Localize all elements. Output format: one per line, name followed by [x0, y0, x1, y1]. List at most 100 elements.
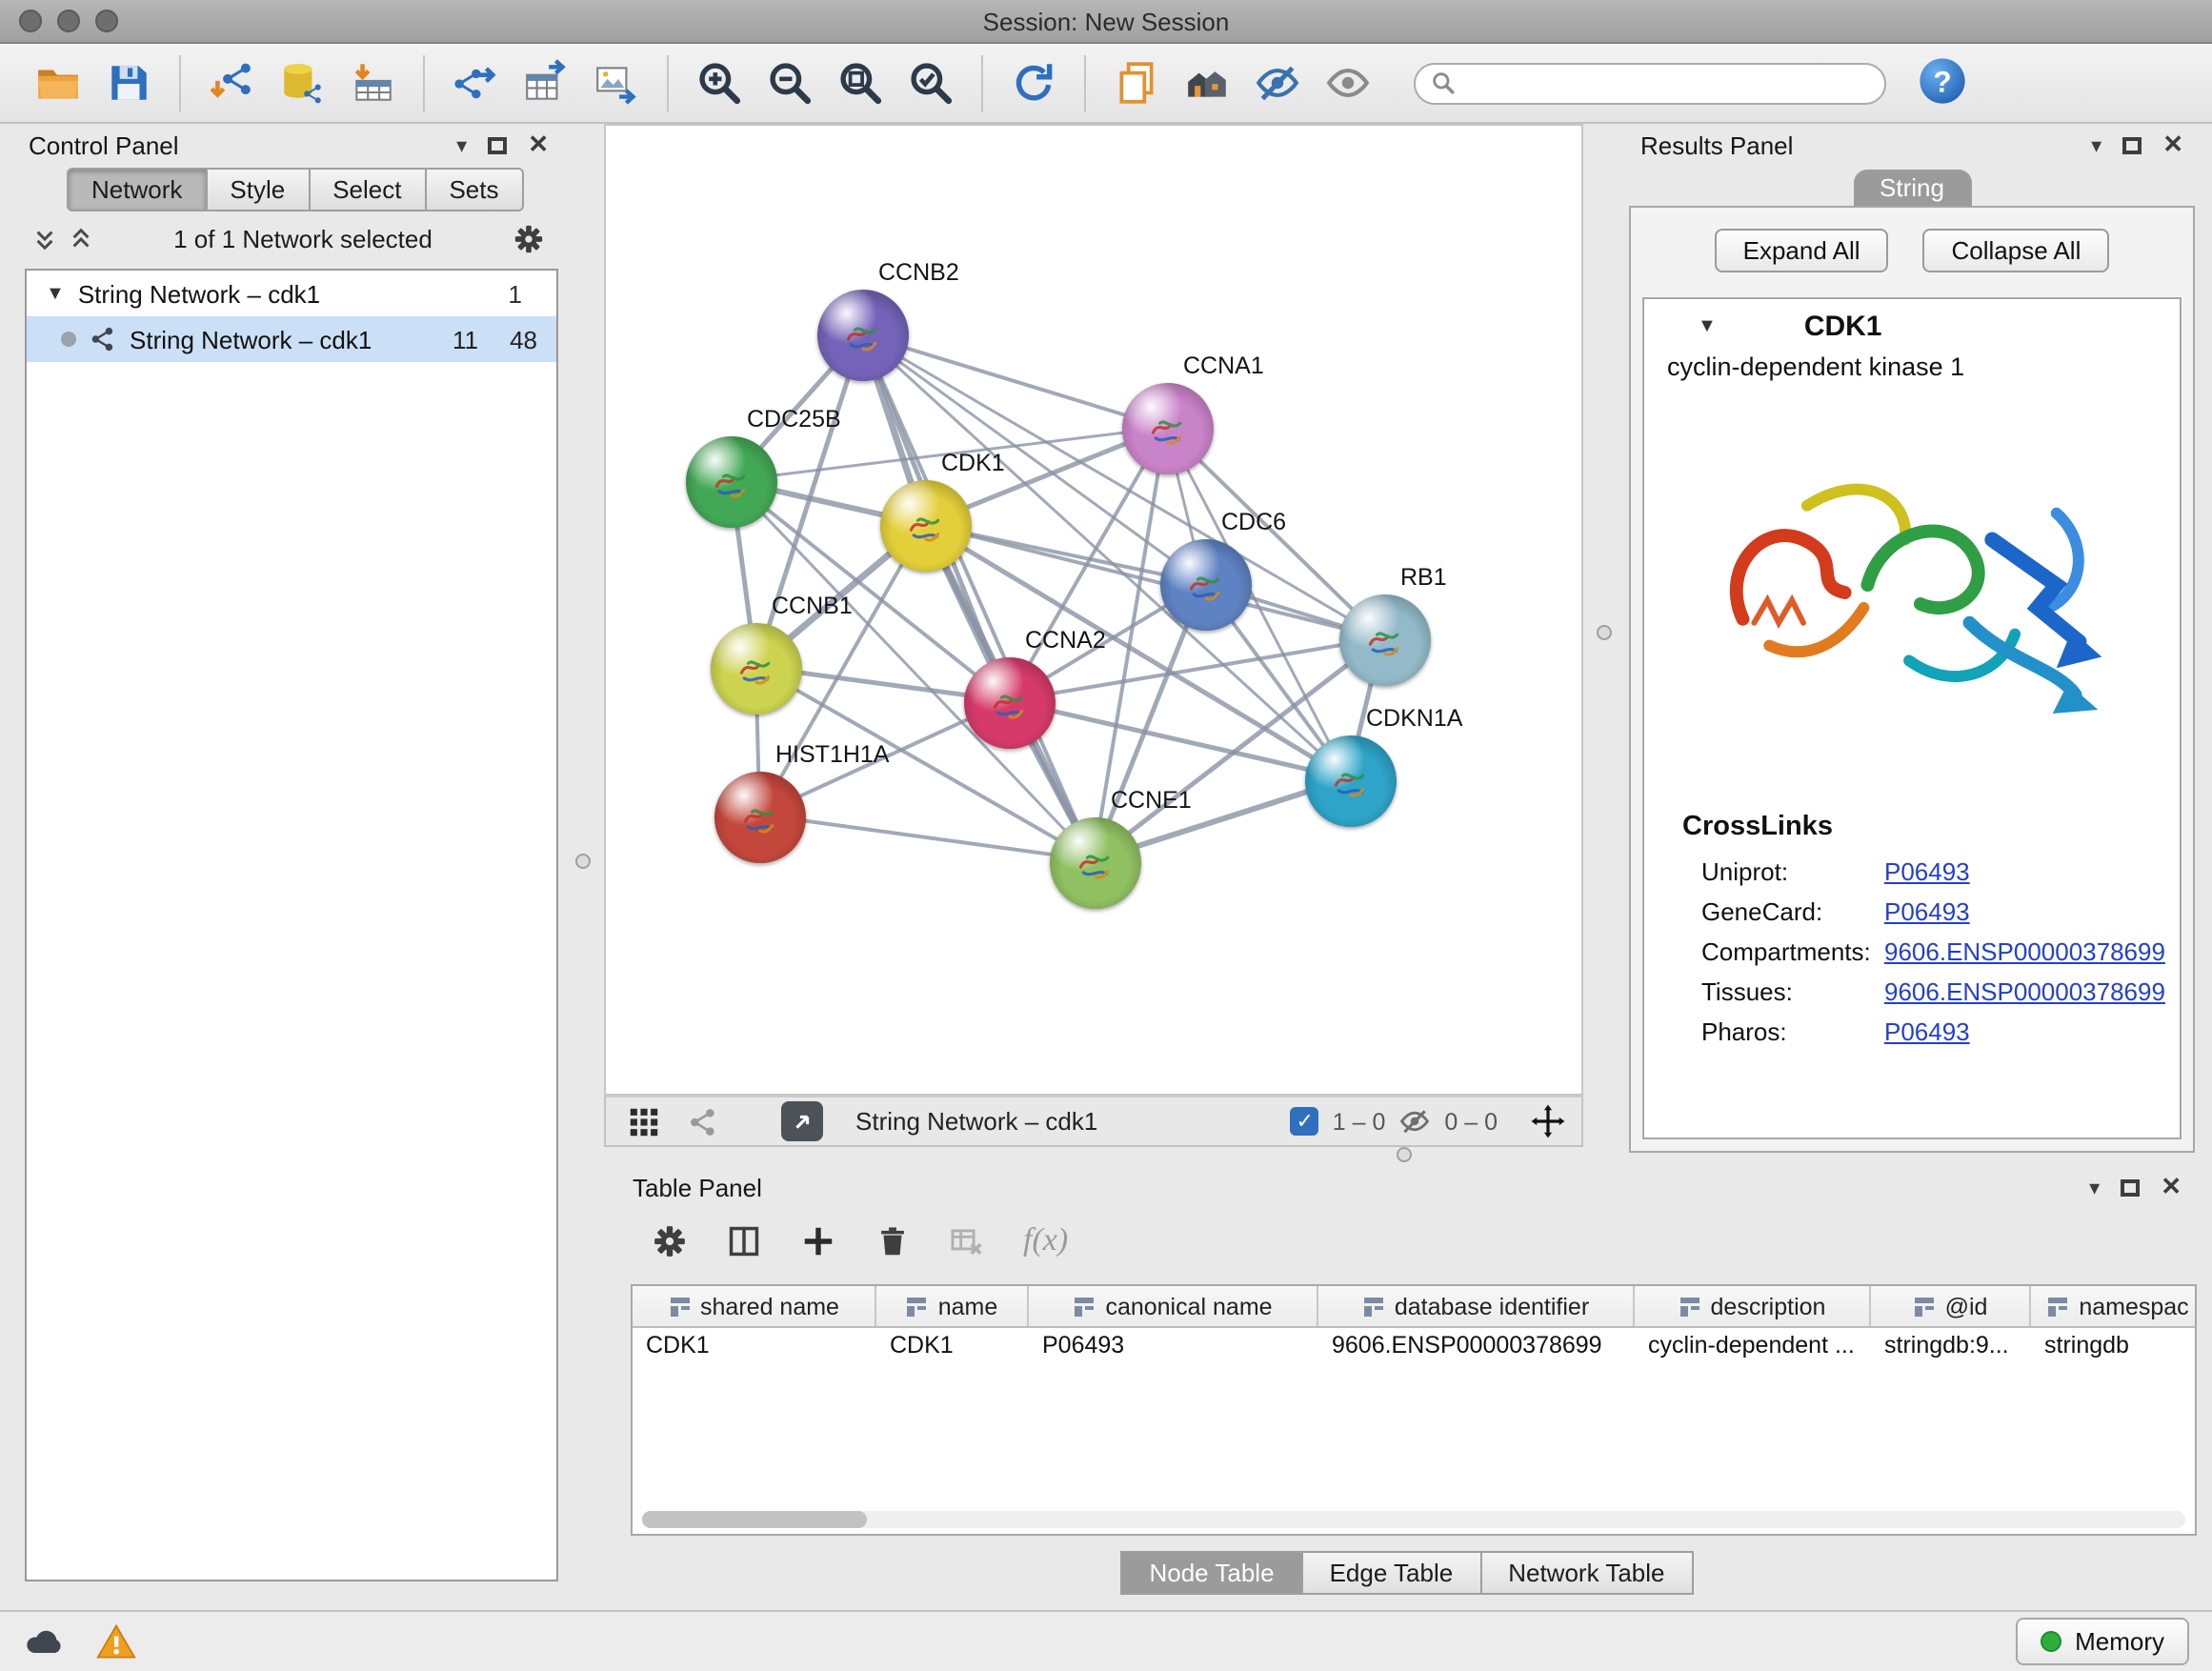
network-collection-row[interactable]: ▼ String Network – cdk1 1 — [27, 271, 556, 316]
detach-view-button[interactable] — [781, 1101, 823, 1141]
network-node-ccnb1[interactable] — [711, 623, 802, 715]
export-table-button[interactable] — [511, 49, 581, 117]
table-cell[interactable]: cyclin-dependent ... — [1635, 1328, 1871, 1368]
panel-menu-icon[interactable]: ▾ — [456, 132, 467, 157]
network-canvas[interactable]: CCNB2CCNA1CDC25BCDK1CDC6RB1CCNB1CCNA2CDK… — [604, 124, 1583, 1096]
vertical-splitter-handle[interactable] — [575, 854, 591, 869]
help-button[interactable]: ? — [1913, 54, 1970, 111]
crosslink-value[interactable]: P06493 — [1884, 897, 1970, 926]
import-network-from-database-button[interactable] — [267, 49, 337, 117]
network-node-cdk1[interactable] — [880, 480, 972, 572]
tab-network[interactable]: Network — [67, 168, 207, 211]
export-network-button[interactable] — [440, 49, 511, 117]
protein-collapse-triangle-icon[interactable]: ▼ — [1698, 315, 1717, 336]
refresh-view-button[interactable] — [998, 49, 1069, 117]
protein-header-row[interactable]: ▼ CDK1 — [1644, 299, 2180, 352]
panel-float-icon[interactable] — [2121, 1178, 2140, 1196]
scrollbar-thumb[interactable] — [642, 1511, 867, 1528]
crosslink-value[interactable]: 9606.ENSP00000378699 — [1884, 977, 2165, 1006]
network-row-selected[interactable]: String Network – cdk1 11 48 — [27, 316, 556, 362]
search-input[interactable] — [1465, 70, 1869, 96]
collapse-all-button[interactable]: Collapse All — [1923, 229, 2110, 272]
expand-all-button[interactable]: Expand All — [1715, 229, 1889, 272]
minimize-window-button[interactable] — [57, 10, 80, 32]
network-node-hist1h1a[interactable] — [714, 772, 806, 863]
network-view-mode-button[interactable] — [680, 1102, 726, 1140]
vertical-splitter-handle[interactable] — [1597, 625, 1612, 640]
zoom-out-button[interactable] — [754, 49, 825, 117]
add-column-button[interactable] — [800, 1222, 836, 1258]
expand-all-chevron-icon[interactable] — [69, 226, 93, 251]
cloud-status-button[interactable] — [23, 1621, 65, 1662]
memory-button[interactable]: Memory — [2016, 1618, 2189, 1665]
zoom-in-button[interactable] — [684, 49, 754, 117]
close-window-button[interactable] — [19, 10, 42, 32]
tab-sets[interactable]: Sets — [426, 168, 523, 211]
panel-close-icon[interactable]: ✕ — [2161, 1172, 2182, 1202]
network-node-ccna1[interactable] — [1122, 383, 1214, 474]
pan-crosshair-icon[interactable] — [1530, 1103, 1566, 1139]
panel-menu-icon[interactable]: ▾ — [2091, 132, 2101, 157]
panel-float-icon[interactable] — [2122, 136, 2142, 153]
tab-style[interactable]: Style — [207, 168, 310, 211]
column-header--id[interactable]: @id — [1871, 1286, 2031, 1326]
column-header-name[interactable]: name — [876, 1286, 1029, 1326]
function-builder-button[interactable]: f(x) — [1023, 1221, 1068, 1259]
table-cell[interactable]: P06493 — [1029, 1328, 1318, 1368]
tab-select[interactable]: Select — [310, 168, 426, 211]
tab-node-table[interactable]: Node Table — [1120, 1551, 1302, 1595]
save-session-button[interactable] — [93, 49, 164, 117]
warnings-button[interactable] — [95, 1621, 137, 1662]
zoom-window-button[interactable] — [95, 10, 118, 32]
show-columns-button[interactable] — [726, 1222, 762, 1258]
import-table-from-file-button[interactable] — [337, 49, 408, 117]
search-box[interactable] — [1414, 62, 1886, 104]
table-cell[interactable]: stringdb:9... — [1871, 1328, 2031, 1368]
tab-edge-table[interactable]: Edge Table — [1303, 1551, 1482, 1595]
title-bar[interactable]: Session: New Session — [0, 0, 2212, 44]
network-node-cdkn1a[interactable] — [1305, 735, 1397, 827]
network-options-gear-icon[interactable] — [513, 222, 545, 254]
panel-close-icon[interactable]: ✕ — [2162, 130, 2183, 160]
delete-column-button[interactable] — [875, 1222, 911, 1258]
table-row[interactable]: CDK1CDK1P064939606.ENSP00000378699cyclin… — [633, 1328, 2195, 1368]
network-node-ccne1[interactable] — [1050, 817, 1141, 909]
zoom-fit-button[interactable] — [825, 49, 895, 117]
zoom-selected-button[interactable] — [895, 49, 966, 117]
collapse-all-chevron-icon[interactable] — [32, 226, 57, 251]
crosslink-value[interactable]: P06493 — [1884, 857, 1970, 886]
crosslink-value[interactable]: 9606.ENSP00000378699 — [1884, 937, 2165, 966]
collection-collapse-triangle-icon[interactable]: ▼ — [46, 283, 65, 304]
delete-table-button[interactable] — [949, 1222, 985, 1258]
panel-float-icon[interactable] — [488, 136, 507, 153]
panel-menu-icon[interactable]: ▾ — [2089, 1175, 2100, 1199]
table-settings-button[interactable] — [652, 1222, 688, 1258]
table-cell[interactable]: CDK1 — [876, 1328, 1029, 1368]
import-network-from-file-button[interactable] — [196, 49, 267, 117]
hide-selected-button[interactable] — [1242, 49, 1313, 117]
panel-close-icon[interactable]: ✕ — [528, 130, 549, 160]
grid-view-button[interactable] — [621, 1102, 667, 1140]
network-node-cdc6[interactable] — [1160, 539, 1252, 631]
crosslink-value[interactable]: P06493 — [1884, 1017, 1970, 1046]
table-cell[interactable]: CDK1 — [633, 1328, 876, 1368]
horizontal-scrollbar[interactable] — [642, 1511, 2185, 1528]
column-header-canonical-name[interactable]: canonical name — [1029, 1286, 1318, 1326]
column-header-database-identifier[interactable]: database identifier — [1318, 1286, 1635, 1326]
table-cell[interactable]: 9606.ENSP00000378699 — [1318, 1328, 1635, 1368]
show-all-button[interactable] — [1313, 49, 1383, 117]
column-header-description[interactable]: description — [1635, 1286, 1871, 1326]
table-cell[interactable]: stringdb — [2031, 1328, 2197, 1368]
tab-network-table[interactable]: Network Table — [1481, 1551, 1693, 1595]
duplicate-page-button[interactable] — [1101, 49, 1172, 117]
home-button[interactable] — [1172, 49, 1242, 117]
horizontal-splitter-handle[interactable] — [1397, 1147, 1412, 1162]
open-session-button[interactable] — [23, 49, 93, 117]
network-node-ccnb2[interactable] — [817, 290, 909, 381]
column-header-shared-name[interactable]: shared name — [633, 1286, 876, 1326]
tab-string[interactable]: String — [1853, 170, 1971, 206]
column-header-namespac[interactable]: namespac — [2031, 1286, 2197, 1326]
export-image-button[interactable] — [581, 49, 652, 117]
network-node-rb1[interactable] — [1339, 594, 1431, 686]
network-node-cdc25b[interactable] — [686, 436, 777, 528]
